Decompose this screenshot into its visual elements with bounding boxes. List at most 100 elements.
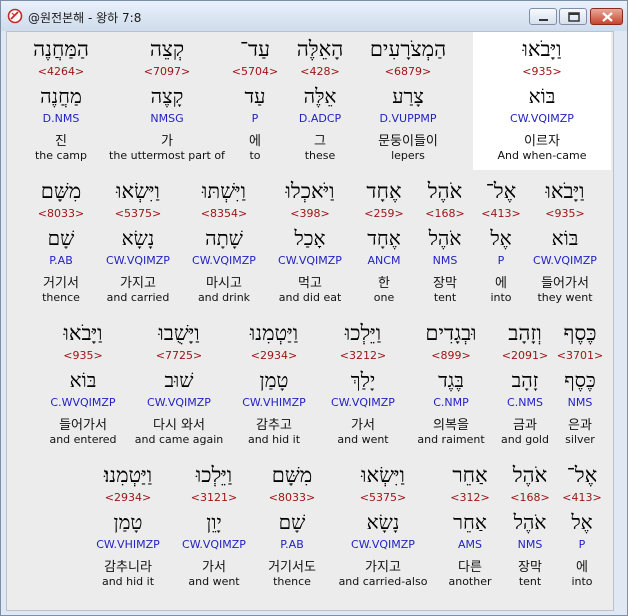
word-cell[interactable]: הַמְצֹרָעִים <6879> צָרַע D.VUPPMP 문둥이들이… [359, 32, 457, 170]
english-gloss: one [373, 291, 395, 304]
lexical-form: אַחֵר [453, 510, 487, 534]
title-bar[interactable]: @원전본해 - 왕하 7:8 [1, 1, 627, 31]
morphology-code: NMS [567, 396, 593, 409]
morphology-code: CW.VQIMZP [192, 254, 256, 267]
strong-number: <3701> [556, 349, 604, 362]
english-gloss: into [490, 291, 512, 304]
english-gloss: and hid it [101, 575, 155, 588]
english-gloss: to [249, 149, 261, 162]
morphology-code: P.AB [280, 538, 304, 551]
morphology-code: P [497, 254, 505, 267]
strong-number: <398> [290, 207, 330, 220]
morphology-code: CW.VQIMZP [106, 254, 170, 267]
word-cell[interactable]: מִשָּׁם <8033> שָׁם P.AB 거기서 thence [27, 174, 95, 312]
interlinear-view[interactable]: וַיָּבֹאוּ <935> בּוֹא CW.VQIMZP 이르자 And… [6, 31, 614, 611]
english-gloss: tent [433, 291, 457, 304]
hebrew-word: כֶּסֶף [563, 321, 597, 345]
english-gloss: and went [337, 433, 389, 446]
maximize-button[interactable] [559, 8, 587, 25]
word-cell[interactable]: אֶל־ <413> אֶל P 에 into [475, 174, 527, 312]
korean-gloss: 들어가서 [59, 418, 107, 433]
word-cell[interactable]: וַיֵּלְכוּ <3212> יָלַךְ CW.VQIMZP 가서 an… [319, 316, 407, 454]
hebrew-word: וַיֵּלְכוּ [344, 321, 382, 345]
word-cell[interactable]: וַיָּבֹאוּ <935> בּוֹא C.WVQIMZP 들어가서 an… [37, 316, 129, 454]
english-gloss: into [571, 575, 593, 588]
word-cell[interactable]: וַיִּשְׂאוּ <5375> נָשָׂא CW.VQIMZP 가지고 … [327, 458, 439, 596]
strong-number: <168> [425, 207, 465, 220]
word-cell[interactable]: וַיִּשְׁתּוּ <8354> שָׁתָה CW.VQIMZP 마시고… [181, 174, 267, 312]
strong-number: <413> [481, 207, 521, 220]
lexical-form: אֹהֶל [428, 226, 462, 250]
hebrew-word: מִשָּׁם [40, 179, 82, 203]
word-cell[interactable]: וַיָּבֹאוּ <935> בּוֹא CW.VQIMZP 이르자 And… [473, 32, 611, 170]
morphology-code: CW.VQIMZP [351, 538, 415, 551]
word-cell[interactable]: אֹהֶל <168> אֹהֶל NMS 장막 tent [501, 458, 559, 596]
morphology-code: NMS [517, 538, 543, 551]
morphology-code: CW.VQIMZP [147, 396, 211, 409]
hebrew-word: אֹהֶל [512, 463, 548, 487]
korean-gloss: 감추니라 [104, 560, 152, 575]
word-cell[interactable]: הַמַּחֲנֶה <4264> מַחֲנֶה D.NMS 진 the ca… [17, 32, 105, 170]
strong-number: <2934> [104, 491, 152, 504]
korean-gloss: 가서 [202, 560, 226, 575]
korean-gloss: 감추고 [256, 418, 292, 433]
english-gloss: they went [537, 291, 593, 304]
close-button[interactable] [590, 8, 623, 25]
lexical-form: בּוֹא [528, 84, 556, 108]
morphology-code: CW.VQIMZP [510, 112, 574, 125]
morphology-code: C.NMP [433, 396, 469, 409]
strong-number: <168> [510, 491, 550, 504]
word-cell[interactable]: הָאֵלֶּה <428> אֵלֶּה D.ADCP 그 these [281, 32, 359, 170]
strong-number: <5704> [231, 65, 279, 78]
korean-gloss: 거기서도 [268, 560, 316, 575]
word-cell[interactable]: וְזָהָב <2091> זָהָב C.NMS 금과 and gold [495, 316, 555, 454]
strong-number: <8033> [37, 207, 85, 220]
english-gloss: the uttermost part of [109, 149, 225, 162]
word-cell[interactable]: אַחֵר <312> אַחֵר AMS 다른 another [439, 458, 501, 596]
word-cell[interactable]: קְצֵה <7097> קָצֶה NMSG 가 the uttermost … [105, 32, 229, 170]
morphology-code: C.WVQIMZP [50, 396, 116, 409]
word-cell[interactable]: מִשָּׁם <8033> שָׁם P.AB 거기서도 thence [257, 458, 327, 596]
word-cell[interactable]: עַד־ <5704> עַד P 에 to [229, 32, 281, 170]
close-icon [602, 12, 613, 22]
lexical-form: מַחֲנֶה [40, 84, 82, 108]
hebrew-word: אֹהֶל [427, 179, 463, 203]
hebrew-word: וַיָּשֻׁבוּ [158, 321, 200, 345]
word-cell[interactable]: אֶל־ <413> אֶל P 에 into [559, 458, 605, 596]
minimize-button[interactable] [529, 8, 557, 25]
lexical-form: אֹהֶל [513, 510, 547, 534]
hebrew-word: הַמְצֹרָעִים [369, 37, 447, 61]
korean-gloss: 진 [55, 134, 67, 149]
english-gloss: and carried [106, 291, 170, 304]
english-gloss: and gold [501, 433, 549, 446]
bible-app-icon [7, 8, 23, 24]
word-cell[interactable]: וַיֹּאכְלוּ <398> אָכַל CW.VQIMZP 먹고 and… [267, 174, 353, 312]
morphology-code: D.VUPPMP [379, 112, 437, 125]
lexical-form: קָצֶה [150, 84, 184, 108]
strong-number: <428> [300, 65, 340, 78]
word-cell[interactable]: כֶּסֶף <3701> כֶּסֶף NMS 은과 silver [555, 316, 605, 454]
morphology-code: CW.VQIMZP [331, 396, 395, 409]
word-cell[interactable]: אֶחָד <259> אֶחָד ANCM 한 one [353, 174, 415, 312]
word-cell[interactable]: וַיָּבֹאוּ <935> בּוֹא CW.VQIMZP 들어가서 th… [527, 174, 603, 312]
word-cell[interactable]: אֹהֶל <168> אֹהֶל NMS 장막 tent [415, 174, 475, 312]
morphology-code: D.ADCP [298, 112, 342, 125]
word-cell[interactable]: וַיַּטְמִנוּ <2934> טָמַן CW.VHIMZP 감추고 … [229, 316, 319, 454]
word-cell[interactable]: וּבְגָדִים <899> בֶּגֶד C.NMP 의복을 and ra… [407, 316, 495, 454]
word-cell[interactable]: וַיַּטְמִנוּ׃ <2934> טָמַן CW.VHIMZP 감추니… [85, 458, 171, 596]
word-cell[interactable]: וַיִּשְׂאוּ <5375> נָשָׂא CW.VQIMZP 가지고 … [95, 174, 181, 312]
word-cell[interactable]: וַיָּשֻׁבוּ <7725> שׁוּב CW.VQIMZP 다시 와서… [129, 316, 229, 454]
hebrew-word: וַיַּטְמִנוּ׃ [103, 463, 153, 487]
minimize-icon [539, 19, 548, 21]
hebrew-word: אַחֵר [452, 463, 488, 487]
strong-number: <8033> [268, 491, 316, 504]
morphology-code: P.AB [49, 254, 73, 267]
english-gloss: thence [42, 291, 80, 304]
word-cell[interactable]: וַיֵּלְכוּ <3121> יָוֵן CW.VQIMZP 가서 and… [171, 458, 257, 596]
morphology-code: NMS [432, 254, 458, 267]
lexical-form: אָכַל [294, 226, 326, 250]
korean-gloss: 다른 [458, 560, 482, 575]
lexical-form: אֶל [490, 226, 512, 250]
hebrew-word: וַיָּבֹאוּ [63, 321, 103, 345]
hebrew-word: הָאֵלֶּה [296, 37, 344, 61]
